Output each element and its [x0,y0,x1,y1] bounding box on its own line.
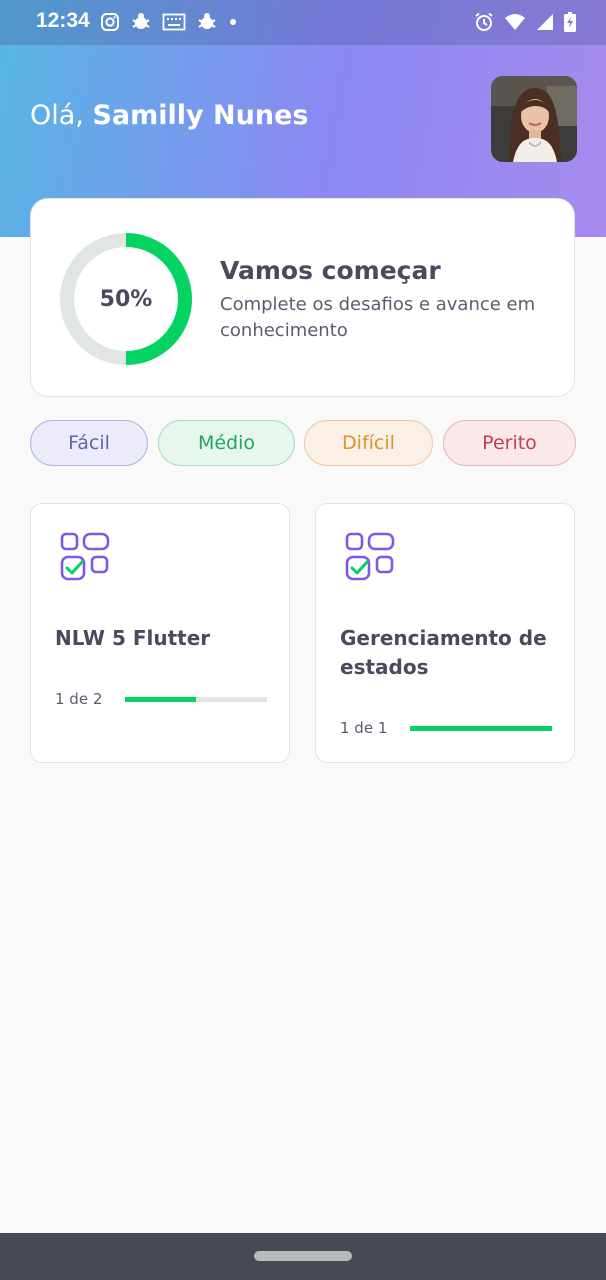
progress-percent: 50% [99,286,153,312]
home-gesture-handle[interactable] [254,1251,352,1261]
progress-bar-fill [125,696,196,702]
quiz-checklist-icon [344,531,396,583]
quiz-progress-text: 1 de 2 [55,690,103,708]
greeting: Olá, Samilly Nunes [30,100,308,131]
quiz-card[interactable]: Gerenciamento de estados 1 de 1 [315,503,575,763]
level-chip-medio[interactable]: Médio [158,420,295,466]
quiz-title: NLW 5 Flutter [55,626,211,650]
dot-icon [228,17,238,27]
status-icons-left [100,10,238,34]
instagram-icon [100,12,120,32]
quiz-title: Gerenciamento de estados [340,626,547,679]
status-icons-right [474,10,576,34]
quiz-progress: 1 de 2 [55,688,267,710]
quiz-card[interactable]: NLW 5 Flutter 1 de 2 [30,503,290,763]
user-name: Samilly Nunes [92,100,309,131]
level-chip-perito[interactable]: Perito [443,420,576,466]
score-subtitle: Complete os desafios e avance em conheci… [220,294,536,341]
progress-bar-fill [410,725,552,731]
quiz-progress-text: 1 de 1 [340,719,388,737]
level-chip-dificil[interactable]: Difícil [304,420,433,466]
status-bar: 12:34 [0,0,606,45]
quiz-progress: 1 de 1 [340,717,552,739]
score-card: 50% Vamos começar Complete os desafios e… [30,198,575,397]
keyboard-icon [162,12,186,32]
system-nav-bar [0,1233,606,1280]
status-time: 12:34 [36,9,90,32]
progress-bar-track [410,725,552,731]
score-title: Vamos começar [220,256,441,285]
wifi-icon [504,13,526,31]
quiz-checklist-icon [59,531,111,583]
battery-charging-icon [564,12,576,32]
bug-icon [130,11,152,33]
level-filter: Fácil Médio Difícil Perito [30,420,576,466]
avatar[interactable] [491,76,577,162]
greeting-prefix: Olá, [30,100,93,131]
signal-icon [536,13,554,31]
level-chip-facil[interactable]: Fácil [30,420,148,466]
bug-icon [196,11,218,33]
progress-bar-track [125,696,267,702]
alarm-icon [474,12,494,32]
